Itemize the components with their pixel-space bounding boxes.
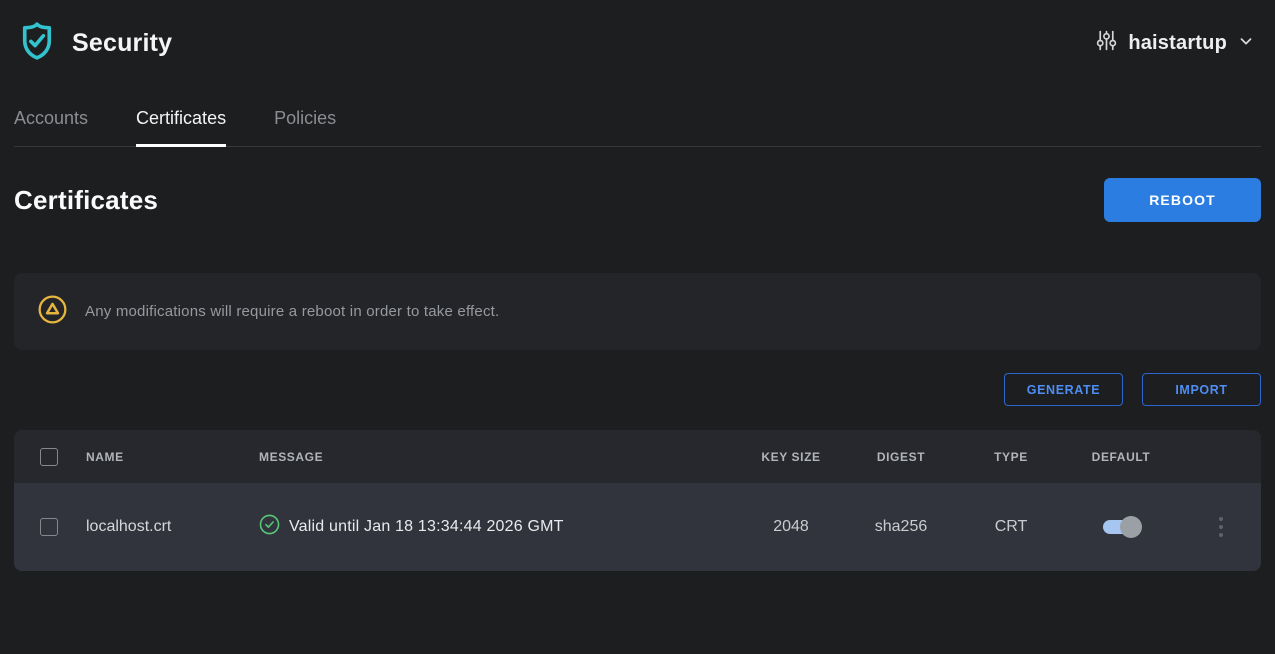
tab-accounts[interactable]: Accounts bbox=[14, 108, 88, 147]
column-digest: DIGEST bbox=[841, 450, 961, 464]
table-row: localhost.crt Valid until Jan 18 13:34:4… bbox=[14, 483, 1261, 571]
warning-triangle-icon bbox=[38, 295, 67, 329]
column-type: TYPE bbox=[961, 450, 1061, 464]
default-toggle[interactable] bbox=[1103, 520, 1139, 534]
reboot-button[interactable]: REBOOT bbox=[1104, 178, 1261, 222]
select-all-cell bbox=[14, 448, 86, 466]
notice-banner: Any modifications will require a reboot … bbox=[14, 273, 1261, 350]
app-header: Security haistartup bbox=[0, 0, 1275, 86]
column-key-size: KEY SIZE bbox=[741, 450, 841, 464]
app-title: Security bbox=[72, 29, 172, 58]
cell-default bbox=[1061, 520, 1181, 534]
actions-row: GENERATE IMPORT bbox=[14, 373, 1261, 406]
tab-policies[interactable]: Policies bbox=[274, 108, 336, 147]
kebab-menu-icon[interactable] bbox=[1215, 513, 1228, 542]
row-checkbox[interactable] bbox=[40, 518, 58, 536]
column-default: DEFAULT bbox=[1061, 450, 1181, 464]
column-message: MESSAGE bbox=[259, 450, 741, 464]
account-name: haistartup bbox=[1128, 32, 1227, 55]
column-name: NAME bbox=[86, 450, 259, 464]
certificates-table: NAME MESSAGE KEY SIZE DIGEST TYPE DEFAUL… bbox=[14, 430, 1261, 571]
sliders-icon bbox=[1095, 29, 1118, 57]
cell-type: CRT bbox=[961, 518, 1061, 536]
brand: Security bbox=[14, 18, 172, 69]
cell-message-text: Valid until Jan 18 13:34:44 2026 GMT bbox=[289, 518, 564, 536]
shield-check-icon bbox=[14, 18, 60, 69]
account-menu[interactable]: haistartup bbox=[1095, 29, 1255, 57]
row-select-cell bbox=[14, 518, 86, 536]
chevron-down-icon bbox=[1237, 32, 1255, 55]
check-circle-icon bbox=[259, 514, 280, 540]
cell-name: localhost.crt bbox=[86, 518, 259, 536]
tab-certificates[interactable]: Certificates bbox=[136, 108, 226, 147]
page-head: Certificates REBOOT bbox=[14, 178, 1261, 222]
import-button[interactable]: IMPORT bbox=[1142, 373, 1261, 406]
page-title: Certificates bbox=[14, 185, 158, 216]
toggle-knob bbox=[1120, 516, 1142, 538]
cell-key-size: 2048 bbox=[741, 518, 841, 536]
notice-text: Any modifications will require a reboot … bbox=[85, 303, 499, 320]
cell-message: Valid until Jan 18 13:34:44 2026 GMT bbox=[259, 514, 741, 540]
table-header: NAME MESSAGE KEY SIZE DIGEST TYPE DEFAUL… bbox=[14, 430, 1261, 483]
cell-actions bbox=[1181, 513, 1261, 542]
tab-bar: Accounts Certificates Policies bbox=[14, 86, 1261, 147]
cell-digest: sha256 bbox=[841, 518, 961, 536]
select-all-checkbox[interactable] bbox=[40, 448, 58, 466]
generate-button[interactable]: GENERATE bbox=[1004, 373, 1123, 406]
